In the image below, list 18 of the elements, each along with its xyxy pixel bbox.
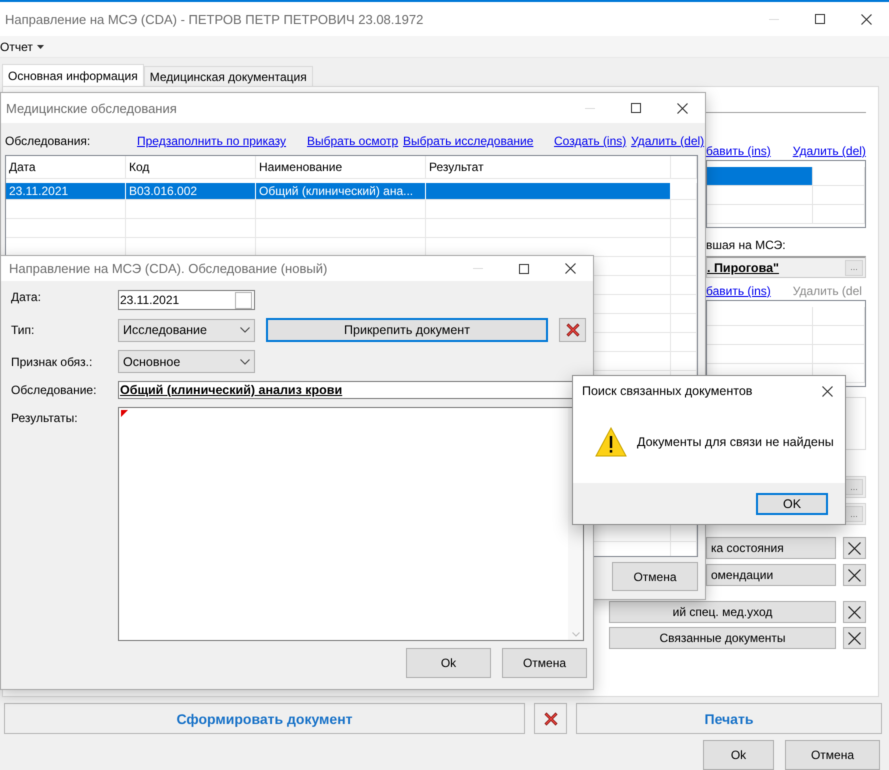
- field-label: Обследования:: [5, 134, 92, 148]
- window-title: Направление на МСЭ (CDA) - ПЕТРОВ ПЕТР ПЕТРОВИЧ 23.08.1972: [5, 12, 424, 26]
- field-label: Дата:: [11, 290, 42, 306]
- column-header: Наименование: [256, 156, 426, 178]
- window-title: Направление на МСЭ (CDA). Обследование (новый): [9, 261, 328, 276]
- field-label: Тип:: [11, 323, 36, 337]
- field-label: Признак обяз.:: [11, 354, 94, 368]
- table-cell: Общий (клинический) ана...: [256, 183, 426, 199]
- table-cell: 23.11.2021: [6, 183, 126, 199]
- column-header: Код: [126, 156, 256, 178]
- window-title: Медицинские обследования: [6, 100, 177, 116]
- table-cell: B03.016.002: [126, 183, 256, 199]
- field-label: Обследование:: [11, 383, 98, 397]
- column-header: Дата: [6, 156, 126, 178]
- field-label: вшая на МСЭ:: [706, 238, 787, 252]
- field-label: Результаты:: [11, 411, 79, 427]
- column-header: Результат: [426, 156, 671, 178]
- message-text: Документы для связи не найдены: [637, 434, 834, 448]
